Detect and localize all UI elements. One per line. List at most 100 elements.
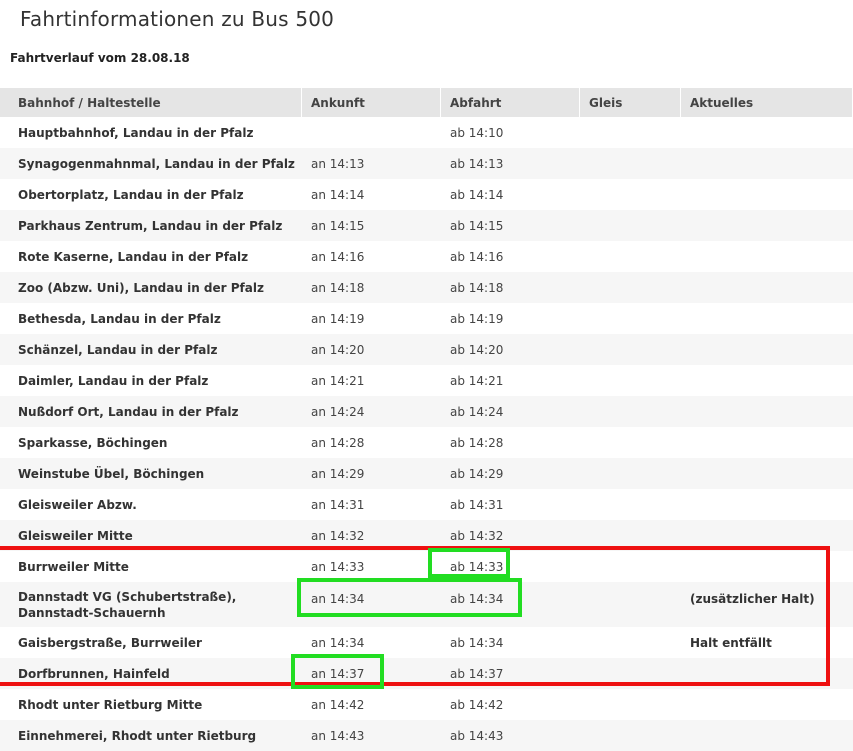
news-cell — [681, 427, 853, 458]
table-row: Daimler, Landau in der Pfalz an 14:21 ab… — [0, 365, 853, 396]
departure-time: ab 14:14 — [450, 187, 504, 202]
departure-time: ab 14:29 — [450, 466, 504, 481]
departure-time: ab 14:15 — [450, 218, 504, 233]
column-header-platform: Gleis — [580, 88, 681, 117]
stop-name[interactable]: Schänzel, Landau in der Pfalz — [9, 334, 301, 365]
arrival-time: an 14:24 — [311, 404, 365, 419]
news-cell — [681, 396, 853, 427]
stop-name[interactable]: Gaisbergstraße, Burrweiler — [9, 627, 301, 658]
arrival-time: an 14:13 — [311, 156, 365, 171]
table-row: Dannstadt VG (Schubertstraße), Dannstadt… — [0, 582, 853, 627]
platform-cell — [580, 489, 681, 520]
stop-name[interactable]: Bethesda, Landau in der Pfalz — [9, 303, 301, 334]
arrival-time: an 14:34 — [311, 635, 365, 650]
table-row: Gleisweiler Mitte an 14:32 ab 14:32 — [0, 520, 853, 551]
stop-name[interactable]: Parkhaus Zentrum, Landau in der Pfalz — [9, 210, 301, 241]
departure-time: ab 14:20 — [450, 342, 504, 357]
table-row: Gleisweiler Abzw. an 14:31 ab 14:31 — [0, 489, 853, 520]
arrival-time: an 14:37 — [311, 666, 365, 681]
news-cell — [681, 241, 853, 272]
news-cell — [681, 720, 853, 751]
arrival-time: an 14:42 — [311, 697, 365, 712]
departure-time: ab 14:42 — [450, 697, 504, 712]
platform-cell — [580, 582, 681, 627]
platform-cell — [580, 210, 681, 241]
arrival-time: an 14:31 — [311, 497, 365, 512]
news-cell — [681, 489, 853, 520]
departure-time: ab 14:24 — [450, 404, 504, 419]
platform-cell — [580, 334, 681, 365]
stop-name[interactable]: Dannstadt VG (Schubertstraße), Dannstadt… — [9, 582, 301, 627]
news-cell: (zusätzlicher Halt) — [690, 592, 815, 606]
platform-cell — [580, 272, 681, 303]
column-header-news: Aktuelles — [681, 88, 853, 117]
news-cell — [681, 148, 853, 179]
stop-name[interactable]: Rote Kaserne, Landau in der Pfalz — [9, 241, 301, 272]
news-cell — [681, 272, 853, 303]
departure-time: ab 14:37 — [450, 666, 504, 681]
stop-name[interactable]: Gleisweiler Abzw. — [9, 489, 301, 520]
table-header-row: Bahnhof / Haltestelle Ankunft Abfahrt Gl… — [0, 88, 853, 117]
news-cell — [681, 689, 853, 720]
news-cell: Halt entfällt — [690, 635, 772, 650]
arrival-time: an 14:19 — [311, 311, 365, 326]
table-row: Rote Kaserne, Landau in der Pfalz an 14:… — [0, 241, 853, 272]
trip-date-heading: Fahrtverlauf vom 28.08.18 — [10, 51, 190, 65]
arrival-time: an 14:15 — [311, 218, 365, 233]
arrival-time: an 14:18 — [311, 280, 365, 295]
platform-cell — [580, 658, 681, 689]
platform-cell — [580, 117, 681, 148]
stop-name[interactable]: Burrweiler Mitte — [9, 551, 301, 582]
platform-cell — [580, 627, 681, 658]
stop-name[interactable]: Einnehmerei, Rhodt unter Rietburg — [9, 720, 301, 751]
platform-cell — [580, 551, 681, 582]
stop-name[interactable]: Sparkasse, Böchingen — [9, 427, 301, 458]
table-row: Hauptbahnhof, Landau in der Pfalz ab 14:… — [0, 117, 853, 148]
table-row: Einnehmerei, Rhodt unter Rietburg an 14:… — [0, 720, 853, 751]
arrival-time: an 14:21 — [311, 373, 365, 388]
stop-name[interactable]: Synagogenmahnmal, Landau in der Pfalz — [9, 148, 301, 179]
news-cell — [681, 117, 853, 148]
stop-name[interactable]: Rhodt unter Rietburg Mitte — [9, 689, 301, 720]
platform-cell — [580, 427, 681, 458]
platform-cell — [580, 720, 681, 751]
arrival-time: an 14:43 — [311, 728, 365, 743]
platform-cell — [580, 303, 681, 334]
table-row: Parkhaus Zentrum, Landau in der Pfalz an… — [0, 210, 853, 241]
platform-cell — [580, 179, 681, 210]
table-row: Nußdorf Ort, Landau in der Pfalz an 14:2… — [0, 396, 853, 427]
table-row: Dorfbrunnen, Hainfeld an 14:37 ab 14:37 — [0, 658, 853, 689]
stop-name[interactable]: Nußdorf Ort, Landau in der Pfalz — [9, 396, 301, 427]
trip-timetable: Bahnhof / Haltestelle Ankunft Abfahrt Gl… — [0, 88, 853, 751]
departure-time: ab 14:33 — [450, 559, 504, 574]
table-row: Zoo (Abzw. Uni), Landau in der Pfalz an … — [0, 272, 853, 303]
arrival-time: an 14:14 — [311, 187, 365, 202]
column-header-departure: Abfahrt — [441, 88, 580, 117]
arrival-time: an 14:32 — [311, 528, 365, 543]
stop-name[interactable]: Gleisweiler Mitte — [9, 520, 301, 551]
stop-name[interactable]: Weinstube Übel, Böchingen — [9, 458, 301, 489]
news-cell — [681, 210, 853, 241]
stop-name[interactable]: Obertorplatz, Landau in der Pfalz — [9, 179, 301, 210]
stop-name[interactable]: Hauptbahnhof, Landau in der Pfalz — [9, 117, 301, 148]
platform-cell — [580, 396, 681, 427]
stop-name[interactable]: Dorfbrunnen, Hainfeld — [9, 658, 301, 689]
arrival-time: an 14:16 — [311, 249, 365, 264]
platform-cell — [580, 365, 681, 396]
table-row: Schänzel, Landau in der Pfalz an 14:20 a… — [0, 334, 853, 365]
news-cell — [681, 658, 853, 689]
table-row: Weinstube Übel, Böchingen an 14:29 ab 14… — [0, 458, 853, 489]
arrival-time — [302, 117, 441, 148]
stop-name[interactable]: Zoo (Abzw. Uni), Landau in der Pfalz — [9, 272, 301, 303]
departure-time: ab 14:34 — [450, 592, 504, 606]
table-row: Bethesda, Landau in der Pfalz an 14:19 a… — [0, 303, 853, 334]
table-row: Obertorplatz, Landau in der Pfalz an 14:… — [0, 179, 853, 210]
stop-name[interactable]: Daimler, Landau in der Pfalz — [9, 365, 301, 396]
arrival-time: an 14:20 — [311, 342, 365, 357]
news-cell — [681, 334, 853, 365]
news-cell — [681, 179, 853, 210]
platform-cell — [580, 458, 681, 489]
column-header-arrival: Ankunft — [302, 88, 441, 117]
page-title: Fahrtinformationen zu Bus 500 — [20, 7, 335, 31]
news-cell — [681, 303, 853, 334]
